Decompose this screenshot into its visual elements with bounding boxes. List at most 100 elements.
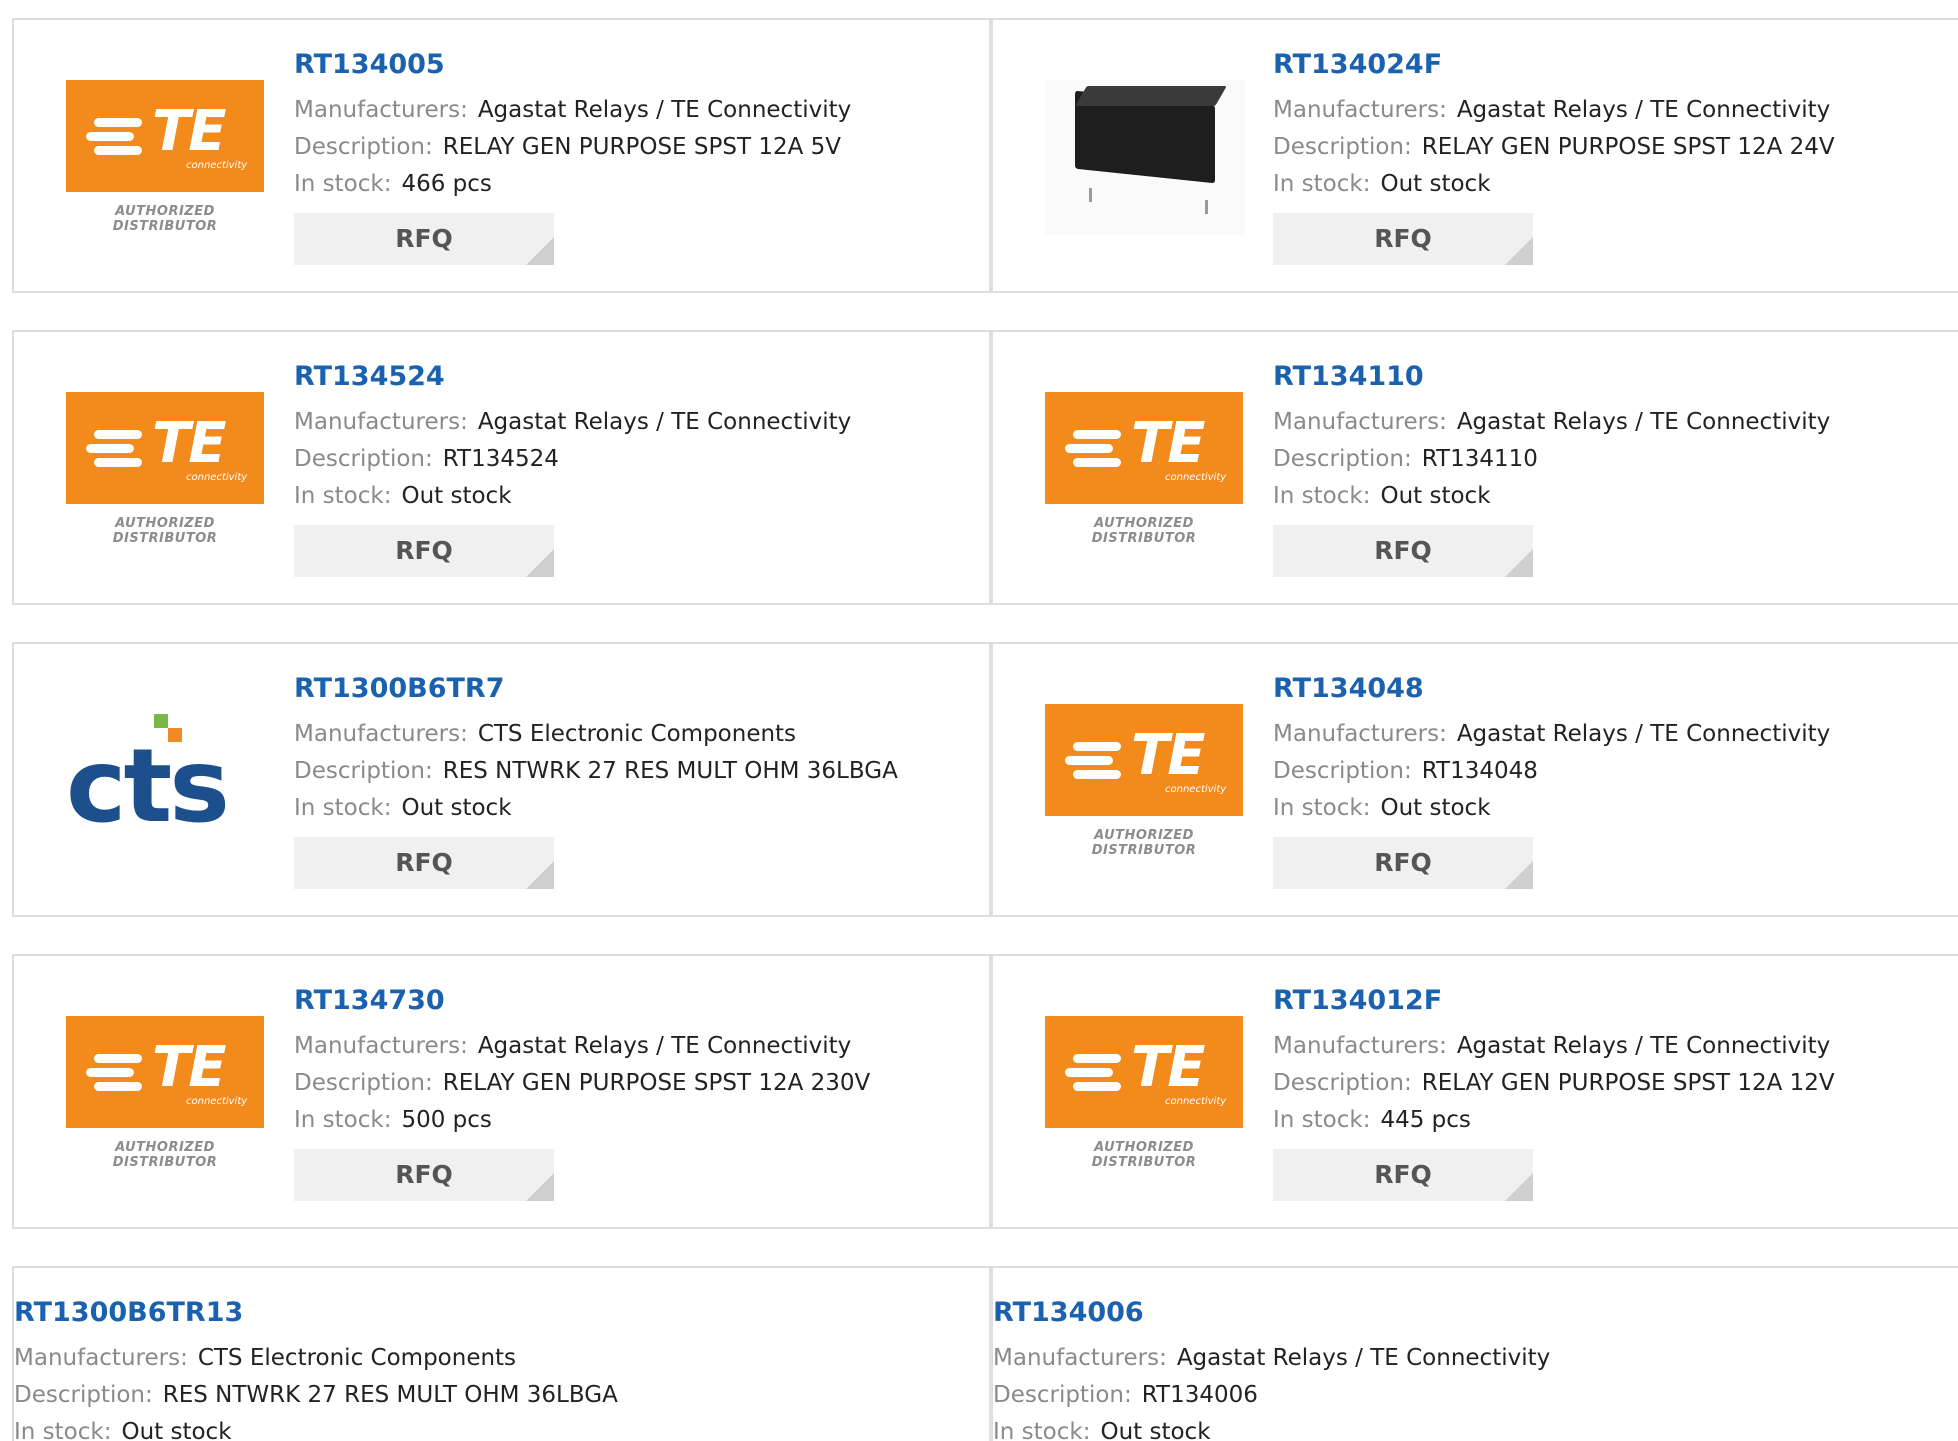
stock-value: Out stock	[401, 795, 512, 821]
te-logo-text: TE	[152, 411, 226, 476]
manufacturer-value: Agastat Relays / TE Connectivity	[477, 97, 852, 123]
description-row: Description: RT134524	[294, 441, 979, 478]
description-label: Description:	[1273, 1070, 1412, 1096]
stock-value: Out stock	[1380, 795, 1491, 821]
te-logo-text: TE	[1131, 1035, 1205, 1100]
te-logo-subtitle: connectivity	[1165, 472, 1227, 483]
part-number-link[interactable]: RT134110	[1273, 360, 1424, 394]
part-number-link[interactable]: RT134005	[294, 48, 445, 82]
manufacturer-row: Manufacturers: Agastat Relays / TE Connec…	[993, 1340, 1958, 1377]
manufacturer-label: Manufacturers:	[294, 409, 468, 435]
te-logo-subtitle: connectivity	[1165, 784, 1227, 795]
part-number-link[interactable]: RT134730	[294, 984, 445, 1018]
te-logo-icon: TE connectivity	[66, 1016, 264, 1128]
rfq-button[interactable]: RFQ	[294, 837, 554, 889]
part-number-link[interactable]: RT1300B6TR7	[294, 672, 505, 706]
stock-label: In stock:	[294, 483, 392, 509]
stock-row: In stock: Out stock	[294, 478, 979, 515]
manufacturer-value: Agastat Relays / TE Connectivity	[1456, 1033, 1831, 1059]
manufacturer-label: Manufacturers:	[294, 721, 468, 747]
description-row: Description: RT134006	[993, 1377, 1958, 1414]
stock-value: Out stock	[1380, 483, 1491, 509]
description-label: Description:	[1273, 446, 1412, 472]
rfq-button[interactable]: RFQ	[294, 525, 554, 577]
te-connectivity-logo: TE connectivity AUTHORIZED DISTRIBUTOR	[1033, 704, 1243, 859]
manufacturer-label: Manufacturers:	[1273, 721, 1447, 747]
product-info: RT134524 Manufacturers: Agastat Relays / T…	[294, 360, 979, 577]
description-row: Description: RT134048	[1273, 753, 1958, 790]
stock-row: In stock: 500 pcs	[294, 1102, 979, 1139]
manufacturer-value: CTS Electronic Components	[477, 721, 797, 747]
description-row: Description: RT134110	[1273, 441, 1958, 478]
manufacturer-row: Manufacturers: Agastat Relays / TE Connec…	[1273, 716, 1958, 753]
description-label: Description:	[1273, 758, 1412, 784]
product-info: RT134006 Manufacturers: Agastat Relays / T…	[993, 1296, 1958, 1441]
product-card: RT134024F Manufacturers: Agastat Relays / …	[991, 18, 1958, 293]
part-number-link[interactable]: RT134012F	[1273, 984, 1442, 1018]
manufacturer-label: Manufacturers:	[294, 1033, 468, 1059]
product-card: TE connectivity AUTHORIZED DISTRIBUTOR RT13…	[12, 18, 991, 293]
part-number-link[interactable]: RT134524	[294, 360, 445, 394]
stock-label: In stock:	[1273, 1107, 1371, 1133]
rfq-button[interactable]: RFQ	[294, 213, 554, 265]
product-card: TE connectivity AUTHORIZED DISTRIBUTOR RT13…	[12, 954, 991, 1229]
product-info: RT134012F Manufacturers: Agastat Relays / …	[1273, 984, 1958, 1201]
description-label: Description:	[294, 134, 433, 160]
rfq-button[interactable]: RFQ	[1273, 1149, 1533, 1201]
stock-label: In stock:	[14, 1419, 112, 1441]
te-logo-icon: TE connectivity	[1045, 392, 1243, 504]
rfq-button[interactable]: RFQ	[1273, 525, 1533, 577]
manufacturer-row: Manufacturers: Agastat Relays / TE Connec…	[1273, 404, 1958, 441]
description-label: Description:	[14, 1382, 153, 1408]
stock-label: In stock:	[294, 1107, 392, 1133]
product-info: RT134005 Manufacturers: Agastat Relays / T…	[294, 48, 979, 265]
manufacturer-value: CTS Electronic Components	[197, 1345, 517, 1371]
product-info: RT134110 Manufacturers: Agastat Relays / T…	[1273, 360, 1958, 577]
manufacturer-row: Manufacturers: Agastat Relays / TE Connec…	[1273, 92, 1958, 129]
part-number-link[interactable]: RT134048	[1273, 672, 1424, 706]
manufacturer-row: Manufacturers: Agastat Relays / TE Connec…	[294, 404, 979, 441]
manufacturer-row: Manufacturers: Agastat Relays / TE Connec…	[294, 1028, 979, 1065]
relay-image-icon	[1045, 80, 1245, 235]
manufacturer-label: Manufacturers:	[294, 97, 468, 123]
product-card: cts RT1300B6TR7 Manufacturers: CTS Electron…	[12, 642, 991, 917]
description-row: Description: RELAY GEN PURPOSE SPST 12A 2…	[294, 1065, 979, 1102]
rfq-button[interactable]: RFQ	[1273, 213, 1533, 265]
product-card: TE connectivity AUTHORIZED DISTRIBUTOR RT13…	[991, 330, 1958, 605]
te-connectivity-logo: TE connectivity AUTHORIZED DISTRIBUTOR	[1033, 1016, 1243, 1171]
description-row: Description: RELAY GEN PURPOSE SPST 12A 5…	[294, 129, 979, 166]
part-number-link[interactable]: RT134006	[993, 1296, 1144, 1330]
stock-label: In stock:	[294, 795, 392, 821]
manufacturer-row: Manufacturers: CTS Electronic Components	[14, 1340, 979, 1377]
rfq-button[interactable]: RFQ	[1273, 837, 1533, 889]
te-logo-subtitle: connectivity	[186, 472, 248, 483]
cts-logo: cts	[54, 704, 254, 859]
description-value: RELAY GEN PURPOSE SPST 12A 230V	[442, 1070, 871, 1096]
relay-photo	[1033, 80, 1245, 235]
description-row: Description: RES NTWRK 27 RES MULT OHM 36…	[14, 1377, 979, 1414]
authorized-distributor-text: AUTHORIZED DISTRIBUTOR	[1091, 1140, 1197, 1170]
description-label: Description:	[294, 1070, 433, 1096]
part-number-link[interactable]: RT1300B6TR13	[14, 1296, 243, 1330]
product-info: RT134048 Manufacturers: Agastat Relays / T…	[1273, 672, 1958, 889]
manufacturer-value: Agastat Relays / TE Connectivity	[1176, 1345, 1551, 1371]
cts-logo-icon: cts	[66, 704, 266, 859]
authorized-distributor-text: AUTHORIZED DISTRIBUTOR	[112, 1140, 218, 1170]
manufacturer-row: Manufacturers: Agastat Relays / TE Connec…	[294, 92, 979, 129]
stock-row: In stock: Out stock	[1273, 790, 1958, 827]
part-number-link[interactable]: RT134024F	[1273, 48, 1442, 82]
manufacturer-row: Manufacturers: CTS Electronic Components	[294, 716, 979, 753]
stock-label: In stock:	[1273, 483, 1371, 509]
manufacturer-value: Agastat Relays / TE Connectivity	[477, 409, 852, 435]
description-label: Description:	[1273, 134, 1412, 160]
te-logo-text: TE	[1131, 723, 1205, 788]
rfq-button[interactable]: RFQ	[294, 1149, 554, 1201]
stock-value: 466 pcs	[401, 171, 492, 197]
authorized-distributor-text: AUTHORIZED DISTRIBUTOR	[112, 516, 218, 546]
te-logo-icon: TE connectivity	[66, 392, 264, 504]
te-logo-text: TE	[1131, 411, 1205, 476]
manufacturer-label: Manufacturers:	[14, 1345, 188, 1371]
manufacturer-label: Manufacturers:	[993, 1345, 1167, 1371]
stock-label: In stock:	[1273, 171, 1371, 197]
stock-value: 500 pcs	[401, 1107, 492, 1133]
